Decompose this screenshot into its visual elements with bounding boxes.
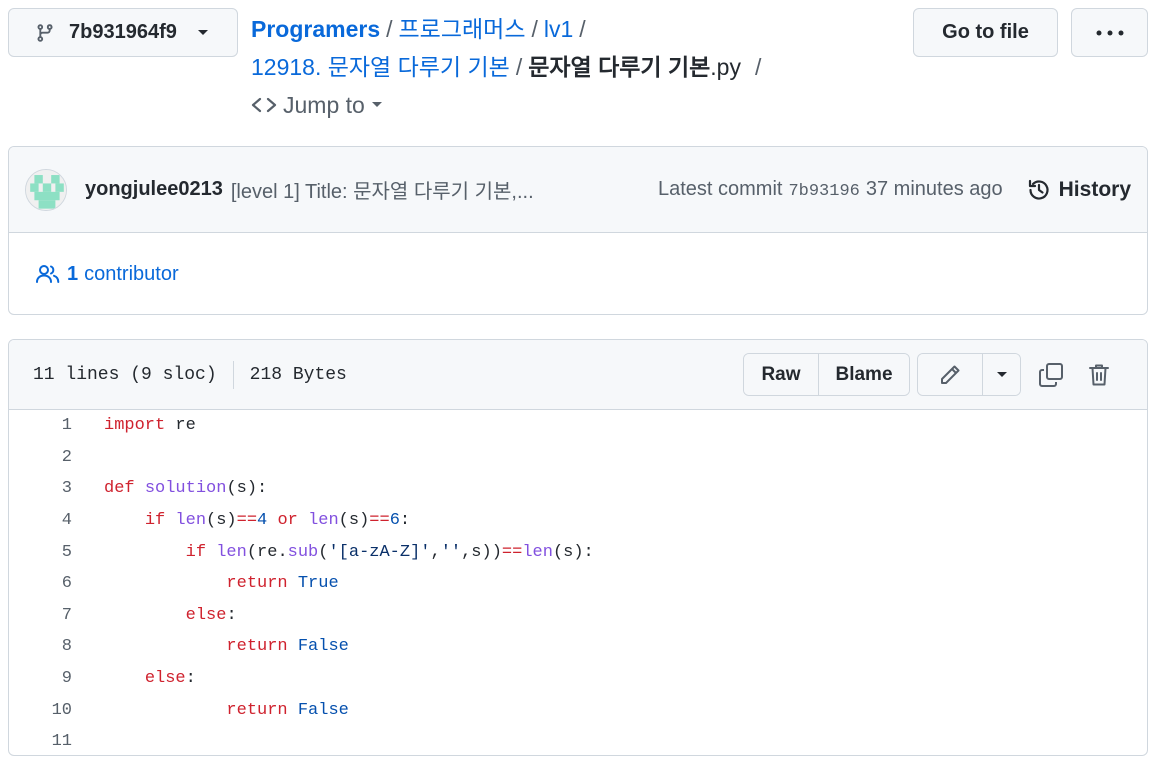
commit-header: yongjulee0213 [level 1] Title: 문자열 다루기 기…	[9, 147, 1147, 233]
line-code: import re	[104, 416, 196, 436]
edit-file-button[interactable]	[918, 354, 982, 395]
line-number[interactable]: 5	[9, 543, 72, 562]
raw-button[interactable]: Raw	[744, 354, 818, 395]
commit-time: 37 minutes ago	[865, 178, 1003, 200]
breadcrumb-separator: /	[754, 54, 762, 80]
latest-commit-box: yongjulee0213 [level 1] Title: 문자열 다루기 기…	[8, 146, 1148, 315]
code-line: 10 return False	[9, 694, 1147, 726]
latest-commit-label: Latest commit	[657, 178, 783, 200]
commit-sha-link[interactable]: 7b93196	[788, 182, 859, 201]
kebab-horizontal-icon	[1096, 30, 1124, 36]
blame-button[interactable]: Blame	[818, 354, 909, 395]
breadcrumb-separator: /	[386, 16, 393, 42]
contributor-label: contributor	[84, 262, 179, 285]
line-number[interactable]: 3	[9, 479, 72, 498]
more-options-button[interactable]	[1071, 8, 1148, 57]
breadcrumb-separator: /	[515, 54, 523, 80]
code-line: 3 def solution(s):	[9, 473, 1147, 505]
edit-group	[917, 353, 1021, 396]
breadcrumb-repo-link[interactable]: Programers	[251, 16, 380, 42]
file-header: 11 lines (9 sloc) 218 Bytes Raw Blame	[9, 340, 1147, 410]
history-label: History	[1058, 177, 1131, 201]
code-line: 11	[9, 726, 1147, 755]
code-line: 6 return True	[9, 568, 1147, 600]
copy-raw-button[interactable]	[1027, 353, 1075, 396]
go-to-file-button[interactable]: Go to file	[913, 8, 1058, 57]
raw-blame-group: Raw Blame	[743, 353, 910, 396]
header-divider	[232, 360, 234, 389]
code-line: 8 return False	[9, 631, 1147, 663]
line-code: return False	[226, 700, 349, 720]
line-code: if len(re.sub('[a-zA-Z]','',s))==len(s):	[185, 542, 594, 562]
latest-commit-info: Latest commit 7b93196 37 minutes ago	[658, 178, 1003, 201]
contributor-count: 1	[67, 262, 79, 285]
history-icon	[1027, 178, 1051, 202]
line-code: else:	[185, 605, 237, 625]
jump-to-button[interactable]: Jump to	[251, 86, 383, 124]
breadcrumb-separator: /	[579, 16, 586, 42]
breadcrumb-separator: /	[531, 16, 538, 42]
history-button[interactable]: History	[1027, 178, 1131, 202]
contributors-link[interactable]: 1 contributor	[9, 233, 1147, 314]
caret-down-icon	[371, 101, 383, 109]
people-icon	[35, 263, 61, 285]
file-extension: .py	[710, 54, 741, 80]
line-number[interactable]: 4	[9, 511, 72, 530]
delete-file-button[interactable]	[1075, 353, 1123, 396]
commit-author-link[interactable]: yongjulee0213	[85, 178, 223, 201]
breadcrumb-file-name: 문자열 다루기 기본.py	[528, 54, 741, 80]
edit-dropdown-button[interactable]	[982, 354, 1020, 395]
line-number[interactable]: 2	[9, 448, 72, 467]
line-number[interactable]: 6	[9, 574, 72, 593]
line-number[interactable]: 11	[9, 732, 72, 751]
file-lines-info: 11 lines (9 sloc)	[33, 364, 217, 385]
line-number[interactable]: 7	[9, 606, 72, 625]
line-number[interactable]: 9	[9, 669, 72, 688]
breadcrumb-dir-link[interactable]: 12918. 문자열 다루기 기본	[251, 54, 510, 80]
line-code: return True	[226, 574, 339, 594]
commit-message-link[interactable]: [level 1] Title: 문자열 다루기 기본,...	[231, 175, 577, 204]
breadcrumb-dir-link[interactable]: 프로그래머스	[399, 16, 526, 42]
line-code: def solution(s):	[104, 479, 268, 499]
line-number[interactable]: 8	[9, 637, 72, 656]
line-number[interactable]: 10	[9, 701, 72, 720]
line-code: return False	[226, 637, 349, 657]
code-line: 5 if len(re.sub('[a-zA-Z]','',s))==len(s…	[9, 536, 1147, 568]
caret-down-icon	[197, 29, 209, 37]
copy-icon	[1038, 362, 1064, 388]
code-view: 1 import re 2 3 def solution(s): 4 if len(s)=…	[9, 410, 1147, 755]
line-number[interactable]: 1	[9, 416, 72, 435]
line-code: else:	[144, 669, 196, 689]
avatar[interactable]	[25, 168, 67, 211]
code-line: 1 import re	[9, 410, 1147, 442]
code-line: 9 else:	[9, 663, 1147, 695]
breadcrumb-dir-link[interactable]: lv1	[544, 16, 573, 42]
trash-icon	[1088, 363, 1110, 387]
file-name: 문자열 다루기 기본	[528, 54, 711, 80]
branch-name: 7b931964f9	[69, 21, 177, 43]
code-line: 2	[9, 442, 1147, 474]
code-line: 4 if len(s)==4 or len(s)==6:	[9, 505, 1147, 537]
line-code: if len(s)==4 or len(s)==6:	[144, 511, 411, 531]
branch-selector-button[interactable]: 7b931964f9	[8, 8, 238, 57]
avatar-identicon	[26, 169, 66, 210]
file-size: 218 Bytes	[249, 364, 347, 385]
git-branch-icon	[35, 22, 55, 44]
jump-to-label: Jump to	[283, 92, 365, 118]
pencil-icon	[938, 363, 962, 387]
caret-down-icon	[996, 371, 1008, 379]
file-viewer: 11 lines (9 sloc) 218 Bytes Raw Blame 1 …	[8, 339, 1148, 756]
breadcrumb: Programers / 프로그래머스 / lv1/12918. 문자열 다루기 기본 /…	[251, 10, 891, 125]
code-line: 7 else:	[9, 600, 1147, 632]
code-icon	[251, 96, 277, 114]
